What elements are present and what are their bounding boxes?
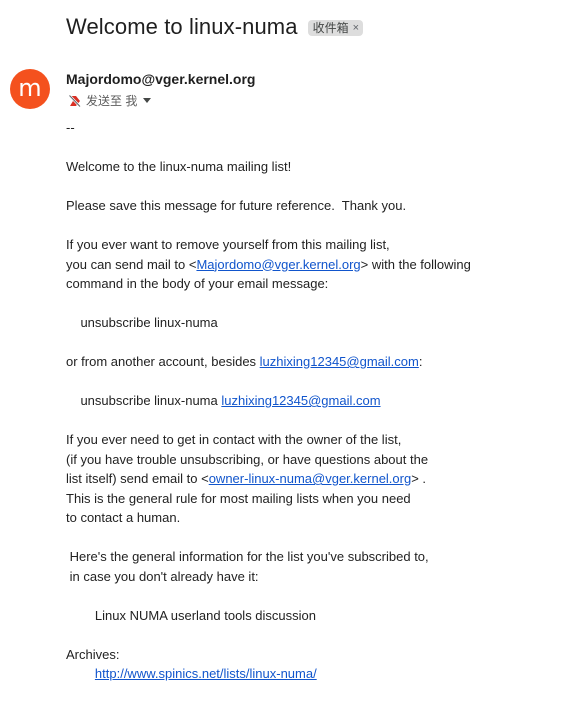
other-account-prefix: or from another account, besides	[66, 354, 260, 369]
sender-name[interactable]: Majordomo@vger.kernel.org	[66, 71, 255, 87]
unsubscribe-command-with-address: unsubscribe linux-numa luzhixing12345@gm…	[66, 391, 546, 411]
unsubscribe-command-prefix: unsubscribe linux-numa	[66, 393, 222, 408]
email-subject: Welcome to linux-numa	[66, 14, 298, 39]
contact-line-5: to contact a human.	[66, 510, 181, 525]
list-description: Linux NUMA userland tools discussion	[66, 607, 317, 623]
info-line-1: Here's the general information for the l…	[66, 549, 429, 564]
remove-line-2: you can send mail to <Majordomo@vger.ker…	[66, 255, 546, 275]
remove-line-1: If you ever want to remove yourself from…	[66, 237, 390, 252]
unsubscribe-command: unsubscribe linux-numa	[66, 315, 218, 330]
other-account-suffix: :	[418, 354, 423, 369]
welcome-line: Welcome to the linux-numa mailing list!	[66, 159, 292, 174]
contact-line-4: This is the general rule for most mailin…	[66, 490, 411, 506]
sender-avatar[interactable]: m	[10, 69, 50, 109]
contact-line-3: list itself) send email to <owner-linux-…	[66, 469, 546, 489]
save-message-line: Please save this message for future refe…	[66, 198, 407, 213]
email-body: -- Welcome to the linux-numa mailing lis…	[66, 118, 546, 684]
other-account-line: or from another account, besides luzhixi…	[66, 352, 546, 372]
contact-line-1: If you ever need to get in contact with …	[66, 432, 402, 447]
user-email-link[interactable]: luzhixing12345@gmail.com	[260, 354, 419, 369]
recipient-text: 发送至 我	[86, 94, 138, 108]
subject-row: Welcome to linux-numa 收件箱 ×	[66, 14, 364, 40]
recipient-details-toggle[interactable]: 发送至 我	[68, 92, 155, 109]
user-email-link-2[interactable]: luzhixing12345@gmail.com	[221, 393, 380, 408]
inbox-label-text: 收件箱	[312, 21, 349, 35]
info-line-2: in case you don't already have it:	[66, 568, 259, 584]
contact-line-2: (if you have trouble unsubscribing, or h…	[66, 451, 429, 467]
inbox-label-chip[interactable]: 收件箱 ×	[307, 20, 364, 36]
contact-line-3-suffix: > .	[411, 471, 427, 486]
contact-line-3-prefix: list itself) send email to <	[66, 471, 209, 486]
archives-label: Archives:	[66, 646, 120, 662]
remove-line-2-prefix: you can send mail to <	[66, 256, 197, 272]
remove-line-3: command in the body of your email messag…	[66, 276, 329, 291]
remove-label-icon[interactable]: ×	[353, 20, 359, 36]
archives-link[interactable]: http://www.spinics.net/lists/linux-numa/	[95, 666, 317, 681]
archives-line: http://www.spinics.net/lists/linux-numa/	[66, 664, 546, 684]
archives-indent	[66, 666, 95, 681]
important-marker-off-icon[interactable]	[68, 94, 82, 107]
owner-email-link[interactable]: owner-linux-numa@vger.kernel.org	[209, 471, 412, 486]
remove-line-2-suffix: > with the following	[360, 256, 471, 272]
majordomo-email-link[interactable]: Majordomo@vger.kernel.org	[196, 257, 360, 272]
signature-separator: --	[66, 120, 75, 135]
caret-down-icon[interactable]	[143, 98, 152, 103]
